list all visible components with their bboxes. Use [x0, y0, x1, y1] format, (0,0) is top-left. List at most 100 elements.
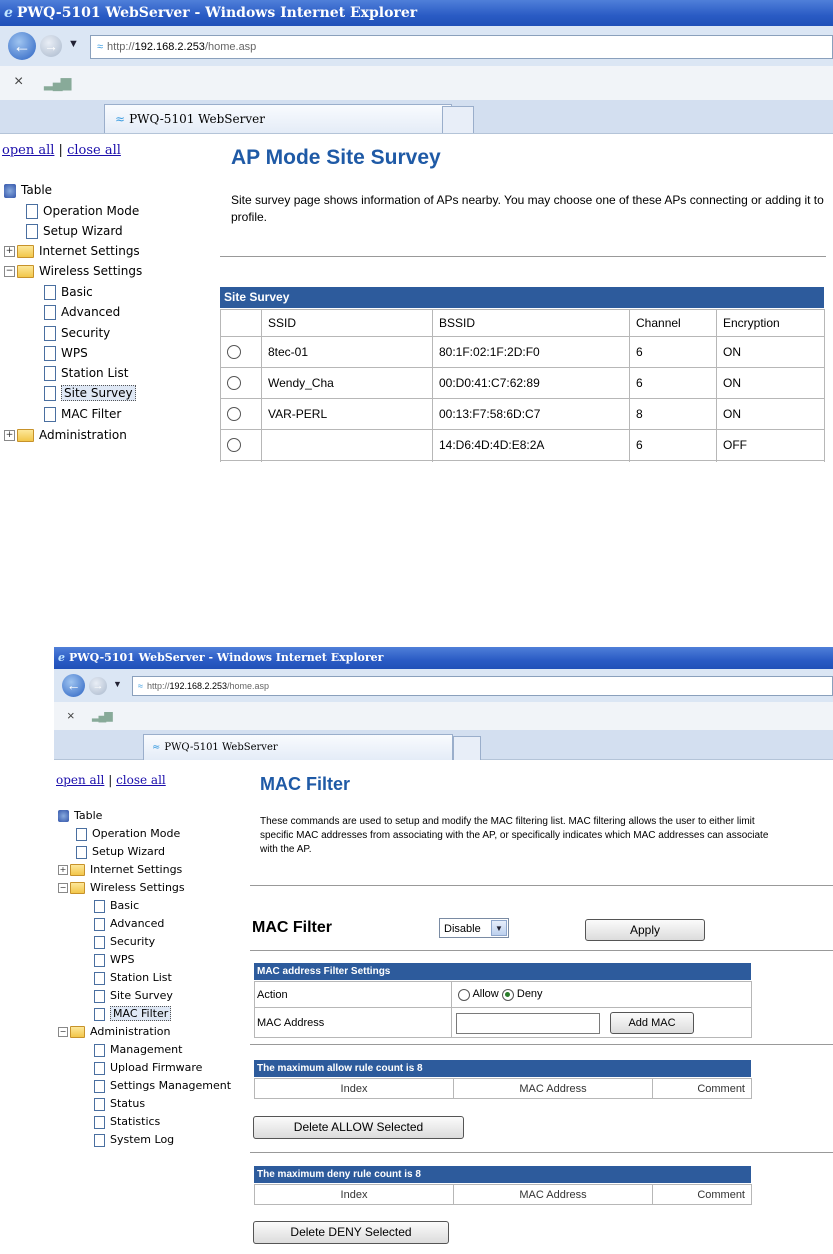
- column-header: MAC Address: [453, 1184, 653, 1205]
- expand-icon[interactable]: +: [4, 246, 15, 257]
- tree-item-security[interactable]: Security: [94, 935, 155, 949]
- tree-folder-administration[interactable]: + Administration: [4, 428, 127, 442]
- stop-icon[interactable]: ×: [67, 708, 75, 723]
- tree-item-system-log[interactable]: System Log: [94, 1133, 174, 1147]
- tree-folder-wireless-settings[interactable]: − Wireless Settings: [58, 881, 185, 894]
- page-icon: [76, 845, 87, 859]
- mac-filter-label: MAC Filter: [252, 919, 332, 936]
- tree-item-wps[interactable]: WPS: [44, 346, 88, 361]
- site-survey-table: SSID BSSID Channel Encryption 8tec-01 80…: [220, 309, 825, 462]
- tree-item-operation-mode[interactable]: Operation Mode: [26, 204, 139, 219]
- new-tab-button[interactable]: [453, 736, 481, 760]
- page-icon: [26, 204, 38, 219]
- site-icon: ≈: [138, 681, 143, 691]
- tree-item-site-survey[interactable]: Site Survey: [44, 385, 136, 401]
- tab-bar: ≈ PWQ-5101 WebServer: [54, 730, 833, 760]
- collapse-icon[interactable]: −: [58, 1027, 68, 1037]
- tree-item-advanced[interactable]: Advanced: [94, 917, 164, 931]
- allow-radio[interactable]: [458, 988, 470, 1001]
- tab-pwq-webserver[interactable]: ≈ PWQ-5101 WebServer: [104, 104, 452, 133]
- back-icon[interactable]: ←: [8, 32, 36, 60]
- tree-folder-internet-settings[interactable]: + Internet Settings: [4, 244, 140, 258]
- forward-icon[interactable]: →: [40, 35, 62, 57]
- tree-item-basic[interactable]: Basic: [94, 899, 139, 913]
- tree-item-security[interactable]: Security: [44, 326, 110, 341]
- tree-item-label: Operation Mode: [43, 204, 140, 218]
- expand-icon[interactable]: +: [4, 430, 15, 441]
- mac-address-label: MAC Address: [254, 1007, 452, 1038]
- tree-folder-wireless-settings[interactable]: − Wireless Settings: [4, 264, 142, 278]
- mac-filter-select[interactable]: Disable ▼: [439, 918, 509, 938]
- back-icon[interactable]: ←: [62, 674, 85, 697]
- tree-item-label: Security: [61, 326, 111, 340]
- tab-pwq-webserver[interactable]: ≈ PWQ-5101 WebServer: [143, 734, 453, 760]
- tree-item-statistics[interactable]: Statistics: [94, 1115, 160, 1129]
- tree-item-upload-firmware[interactable]: Upload Firmware: [94, 1061, 202, 1075]
- row-select-cell[interactable]: [220, 398, 262, 430]
- tree-folder-internet-settings[interactable]: + Internet Settings: [58, 863, 182, 876]
- tree-item-wps[interactable]: WPS: [94, 953, 135, 967]
- table-row[interactable]: 14:D6:4D:4D:E8:2A 6 OFF: [220, 429, 825, 461]
- collapse-icon[interactable]: −: [58, 883, 68, 893]
- tree-item-advanced[interactable]: Advanced: [44, 305, 120, 320]
- tree-item-settings-management[interactable]: Settings Management: [94, 1079, 231, 1093]
- delete-allow-selected-button[interactable]: Delete ALLOW Selected: [253, 1116, 464, 1139]
- collapse-icon[interactable]: −: [4, 266, 15, 277]
- tree-folder-administration[interactable]: − Administration: [58, 1025, 171, 1038]
- close-all-link[interactable]: close all: [116, 773, 166, 787]
- open-all-link[interactable]: open all: [56, 773, 104, 787]
- table-row[interactable]: Wendy_Cha 00:D0:41:C7:62:89 6 ON: [220, 367, 825, 399]
- column-header: Channel: [629, 309, 717, 337]
- chevron-down-icon[interactable]: ▼: [491, 920, 507, 936]
- signal-icon: ▂▄▆: [44, 74, 71, 90]
- table-row[interactable]: 8tec-01 80:1F:02:1F:2D:F0 6 ON: [220, 336, 825, 368]
- table-row[interactable]: VAR-PERL 00:13:F7:58:6D:C7 8 ON: [220, 398, 825, 430]
- open-all-link[interactable]: open all: [2, 143, 54, 158]
- tree-item-station-list[interactable]: Station List: [44, 366, 128, 381]
- row-select-cell[interactable]: [220, 336, 262, 368]
- add-mac-button[interactable]: Add MAC: [610, 1012, 694, 1034]
- page-icon: [26, 224, 38, 239]
- forward-icon[interactable]: →: [89, 677, 107, 695]
- row-radio[interactable]: [227, 345, 241, 360]
- tree-item-operation-mode[interactable]: Operation Mode: [76, 827, 180, 841]
- apply-button[interactable]: Apply: [585, 919, 705, 941]
- delete-deny-selected-button[interactable]: Delete DENY Selected: [253, 1221, 449, 1244]
- tree-item-site-survey[interactable]: Site Survey: [94, 989, 173, 1003]
- row-radio[interactable]: [227, 438, 241, 453]
- stop-icon[interactable]: ×: [14, 73, 23, 91]
- tab-label: PWQ-5101 WebServer: [164, 742, 278, 753]
- tree-item-basic[interactable]: Basic: [44, 285, 93, 300]
- tree-item-status[interactable]: Status: [94, 1097, 145, 1111]
- new-tab-button[interactable]: [442, 106, 474, 133]
- folder-open-icon: [70, 1026, 85, 1038]
- tree-item-station-list[interactable]: Station List: [94, 971, 172, 985]
- close-all-link[interactable]: close all: [67, 143, 121, 158]
- tree-item-mac-filter[interactable]: MAC Filter: [94, 1006, 172, 1021]
- tree-item-management[interactable]: Management: [94, 1043, 182, 1057]
- folder-open-icon: [17, 265, 34, 278]
- mac-address-input[interactable]: [456, 1013, 600, 1034]
- tree-item-label: Advanced: [110, 917, 165, 930]
- page-icon: [94, 1079, 105, 1093]
- allow-list-header: The maximum allow rule count is 8: [254, 1060, 751, 1077]
- row-select-cell[interactable]: [220, 367, 262, 399]
- tree-item-label: Station List: [61, 366, 129, 380]
- row-radio[interactable]: [227, 407, 241, 422]
- tree-item-label: Management: [110, 1043, 183, 1056]
- row-select-cell[interactable]: [220, 429, 262, 461]
- tree-links: open all | close all: [56, 773, 166, 787]
- tree-item-setup-wizard[interactable]: Setup Wizard: [26, 224, 123, 239]
- window-titlebar: e PWQ-5101 WebServer - Windows Internet E…: [54, 647, 833, 669]
- tree-item-setup-wizard[interactable]: Setup Wizard: [76, 845, 165, 859]
- address-bar[interactable]: ≈ http://192.168.2.253/home.asp: [90, 35, 833, 59]
- row-radio[interactable]: [227, 376, 241, 391]
- page-description: These commands are used to setup and mod…: [260, 816, 769, 855]
- address-prefix: http://: [146, 681, 170, 691]
- history-dropdown-icon[interactable]: ▼: [68, 38, 79, 50]
- history-dropdown-icon[interactable]: ▼: [113, 679, 122, 689]
- address-bar[interactable]: ≈ http://192.168.2.253/home.asp: [132, 676, 833, 696]
- expand-icon[interactable]: +: [58, 865, 68, 875]
- tree-item-mac-filter[interactable]: MAC Filter: [44, 407, 121, 422]
- deny-radio[interactable]: [501, 988, 514, 1001]
